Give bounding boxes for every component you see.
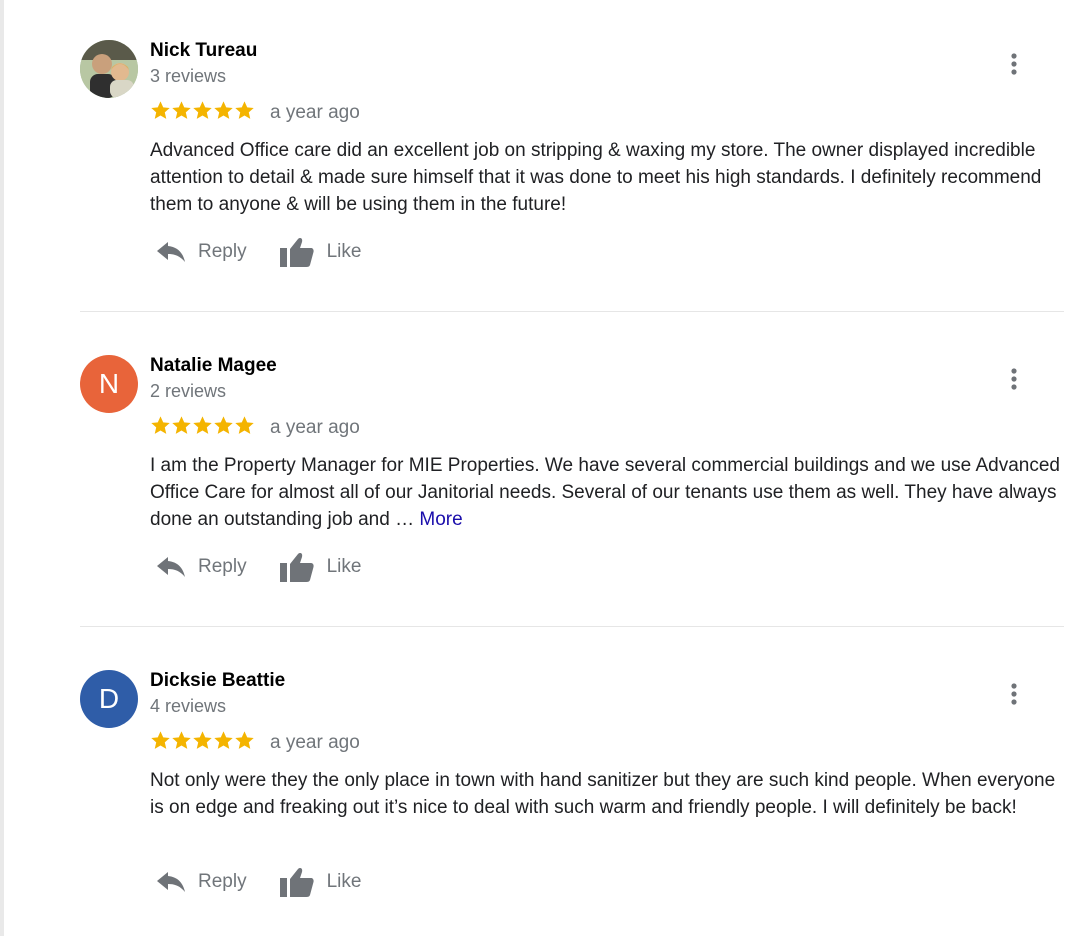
review-actions: Reply Like [156,547,393,587]
like-button[interactable]: Like [279,866,362,898]
like-label: Like [326,556,362,577]
review-text: I am the Property Manager for MIE Proper… [150,452,1060,533]
review-text-content: Advanced Office care did an excellent jo… [150,140,1042,215]
reply-icon [156,240,186,264]
reply-button[interactable]: Reply [156,870,247,894]
thumbs-up-icon [279,236,315,268]
reply-label: Reply [198,241,247,262]
divider [80,311,1064,312]
review-actions: Reply Like [156,232,393,272]
star-icon [235,101,254,119]
star-icon [193,731,212,749]
avatar[interactable] [80,40,138,98]
reviewer-name[interactable]: Dicksie Beattie [150,670,285,692]
review-text: Not only were they the only place in tow… [150,767,1060,821]
more-options-button[interactable] [1000,680,1028,708]
reply-icon [156,870,186,894]
review-text-content: Not only were they the only place in tow… [150,770,1056,818]
like-button[interactable]: Like [279,236,362,268]
like-label: Like [326,871,362,892]
star-icon [172,416,191,434]
more-vert-icon [1011,53,1017,75]
reviewer-review-count[interactable]: 2 reviews [150,381,226,402]
star-icon [193,101,212,119]
star-icon [172,101,191,119]
star-icon [214,416,233,434]
star-icon [235,416,254,434]
divider [80,626,1064,627]
like-button[interactable]: Like [279,551,362,583]
more-vert-icon [1011,683,1017,705]
thumbs-up-icon [279,866,315,898]
review-text: Advanced Office care did an excellent jo… [150,137,1060,218]
reply-button[interactable]: Reply [156,240,247,264]
reply-button[interactable]: Reply [156,555,247,579]
star-icon [151,731,170,749]
star-icon [151,416,170,434]
thumbs-up-icon [279,551,315,583]
avatar-letter: N [98,368,120,399]
reviewer-name[interactable]: Natalie Magee [150,355,277,377]
star-icon [214,101,233,119]
reviewer-name[interactable]: Nick Tureau [150,40,257,62]
review-time: a year ago [270,732,360,753]
avatar-photo [80,40,138,98]
star-rating [150,100,255,122]
more-link[interactable]: More [419,509,462,530]
more-options-button[interactable] [1000,365,1028,393]
reviewer-review-count[interactable]: 3 reviews [150,66,226,87]
reply-label: Reply [198,871,247,892]
review-card: D Dicksie Beattie 4 reviews a year ago N… [80,630,1064,936]
review-card: N Natalie Magee 2 reviews a year ago I a… [80,315,1064,630]
more-options-button[interactable] [1000,50,1028,78]
star-icon [172,731,191,749]
star-icon [214,731,233,749]
review-time: a year ago [270,417,360,438]
reviewer-review-count[interactable]: 4 reviews [150,696,226,717]
star-rating [150,730,255,752]
avatar[interactable]: D [80,670,138,728]
reply-icon [156,555,186,579]
reply-label: Reply [198,556,247,577]
like-label: Like [326,241,362,262]
star-icon [193,416,212,434]
review-time: a year ago [270,102,360,123]
review-actions: Reply Like [156,862,393,902]
star-rating [150,415,255,437]
reviews-page: Nick Tureau 3 reviews a year ago Advance… [0,0,1080,936]
review-text-content: I am the Property Manager for MIE Proper… [150,455,1060,530]
star-icon [151,101,170,119]
avatar[interactable]: N [80,355,138,413]
avatar-letter: D [98,683,120,714]
review-card: Nick Tureau 3 reviews a year ago Advance… [80,0,1064,315]
more-vert-icon [1011,368,1017,390]
star-icon [235,731,254,749]
